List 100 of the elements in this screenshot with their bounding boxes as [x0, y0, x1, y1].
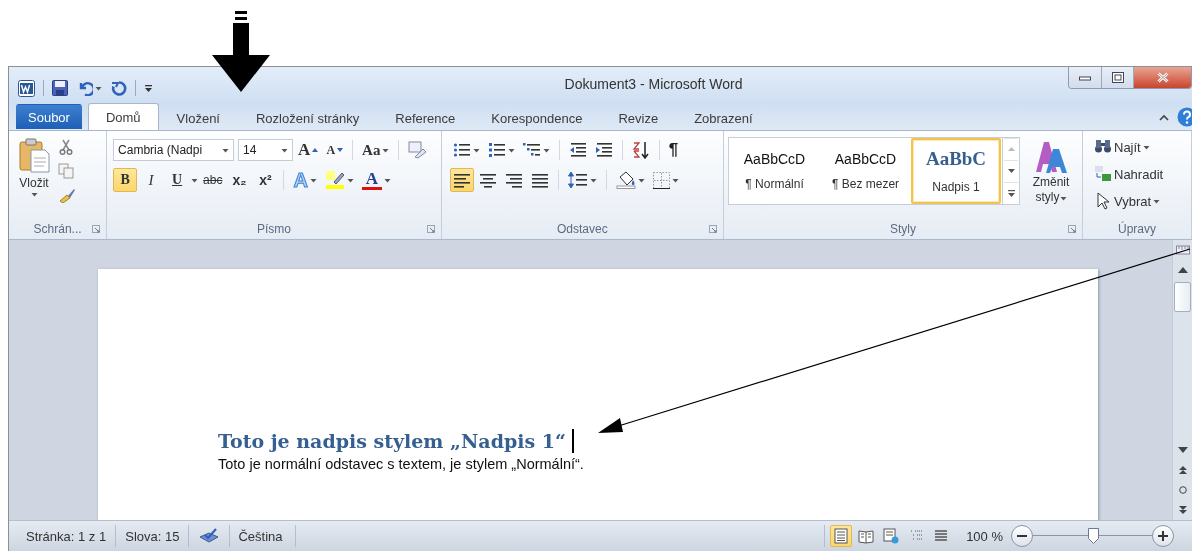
multilevel-list-icon — [522, 142, 541, 158]
sort-icon — [631, 141, 650, 159]
caret-icon — [95, 85, 102, 91]
caret-up-icon — [1177, 267, 1188, 273]
subscript-button[interactable]: x₂ — [227, 168, 252, 192]
close-button[interactable] — [1133, 67, 1191, 88]
font-name-field[interactable]: Cambria (Nadpi — [113, 139, 235, 161]
dialog-launcher-button[interactable] — [1066, 223, 1078, 235]
word-count[interactable]: Slova: 15 — [116, 525, 190, 547]
language-indicator[interactable]: Čeština — [230, 525, 296, 547]
dialog-launcher-button[interactable] — [424, 223, 437, 235]
numbered-list-icon — [487, 142, 506, 158]
editing-option[interactable]: Najít — [1091, 135, 1167, 159]
ribbon-tab[interactable]: Domů — [87, 103, 159, 130]
word-logo-button[interactable] — [17, 78, 36, 98]
align-right-icon — [504, 172, 523, 188]
zoom-in-button[interactable] — [1152, 525, 1174, 547]
print-layout-button[interactable] — [830, 525, 853, 547]
style-option[interactable]: AaBbCcD ¶ Bez mezer — [820, 138, 911, 204]
align-left-icon — [452, 172, 471, 188]
caret-icon — [671, 177, 679, 183]
underline-button[interactable]: U — [165, 168, 190, 192]
ribbon-tab[interactable]: Zobrazení — [676, 105, 771, 130]
show-marks-button[interactable]: ¶ — [665, 138, 682, 162]
caret-icon — [637, 177, 645, 183]
ribbon-tab[interactable]: Reference — [377, 105, 474, 130]
line-spacing-icon — [567, 171, 588, 189]
scrollbar-thumb[interactable] — [1174, 282, 1191, 312]
change-case-button[interactable]: Aa — [359, 138, 393, 162]
zoom-level[interactable]: 100 % — [966, 528, 1003, 544]
ribbon-tab[interactable]: Korespondence — [473, 105, 601, 130]
highlighter-icon — [324, 170, 345, 190]
borders-icon — [652, 171, 670, 189]
indent-icon — [594, 142, 613, 158]
eraser-icon — [408, 141, 427, 159]
more-icon — [1007, 189, 1015, 197]
font-size-field[interactable]: 14 — [238, 139, 294, 161]
close-icon — [1156, 72, 1169, 83]
caret-down-icon — [1007, 169, 1015, 173]
dialog-launcher-button[interactable] — [707, 223, 719, 235]
paragraph-text: Toto je normální odstavec s textem, je stylem „Normální“. — [218, 456, 585, 472]
caret-icon — [346, 177, 354, 183]
ruler-icon — [1175, 243, 1190, 257]
zoom-out-button[interactable] — [1011, 525, 1033, 547]
ribbon-tab[interactable]: Vložení — [158, 105, 238, 130]
launcher-icon — [1068, 225, 1076, 233]
launcher-icon — [92, 225, 101, 233]
help-button[interactable] — [1176, 107, 1192, 127]
caret-icon — [1142, 144, 1150, 150]
caret-icon — [1153, 198, 1161, 204]
caret-icon — [383, 177, 391, 183]
zoom-slider-thumb[interactable] — [1087, 528, 1099, 544]
heading-text: Toto je nadpis stylem „Nadpis 1“ — [218, 430, 566, 452]
minimize-icon — [1079, 74, 1091, 81]
style-option[interactable]: AaBbCcD ¶ Normální — [729, 138, 820, 204]
lines-icon — [933, 528, 950, 544]
undo-icon — [77, 80, 93, 96]
dialog-launcher-button[interactable] — [90, 223, 103, 235]
ribbon-tab[interactable]: Rozložení stránky — [238, 105, 378, 130]
align-left-button[interactable] — [449, 168, 474, 192]
caret-icon — [222, 147, 230, 153]
group-label: Styly — [890, 222, 916, 236]
help-icon — [1177, 107, 1192, 127]
change-styles-button[interactable]: Změnit styly — [1024, 137, 1078, 219]
style-option[interactable]: AaBbC Nadpis 1 — [911, 138, 1001, 204]
caret-icon — [281, 147, 289, 153]
editing-option[interactable]: Vybrat — [1091, 189, 1167, 213]
group-label: Úpravy — [1118, 222, 1156, 236]
group-label: Písmo — [256, 222, 291, 236]
maximize-button[interactable] — [1101, 67, 1133, 88]
caret-icon — [589, 177, 597, 183]
double-down-icon — [1178, 506, 1187, 514]
italic-button[interactable]: I — [139, 168, 164, 192]
caret-icon — [472, 147, 480, 153]
zoom-slider[interactable] — [1033, 525, 1152, 547]
bold-button[interactable]: B — [113, 168, 138, 192]
superscript-button[interactable]: x² — [253, 168, 278, 192]
font-color-button[interactable]: A — [358, 168, 394, 192]
ribbon-tab[interactable]: Revize — [600, 105, 677, 130]
shrink-font-button[interactable]: A — [323, 138, 347, 162]
copy-icon — [58, 163, 74, 179]
caret-up-icon — [312, 148, 319, 152]
paste-button[interactable]: Vložit — [13, 135, 55, 219]
grow-font-button[interactable]: A — [295, 138, 322, 162]
caret-icon — [507, 147, 515, 153]
strikethrough-button[interactable]: abc — [200, 168, 226, 192]
editing-option[interactable]: Nahradit — [1091, 162, 1167, 186]
group-label: Odstavec — [557, 222, 608, 236]
caret-icon — [1059, 196, 1067, 201]
page-count[interactable]: Stránka: 1 z 1 — [17, 525, 117, 547]
launcher-icon — [709, 225, 717, 233]
plus-icon — [1158, 531, 1168, 541]
caret-down-icon — [337, 148, 344, 152]
bullet-list-icon — [452, 142, 471, 158]
page-layout-icon — [833, 528, 850, 544]
ribbon-tab[interactable]: Soubor — [16, 104, 82, 129]
caret-up-icon — [1007, 147, 1015, 151]
clipboard-icon — [18, 138, 50, 174]
caret-icon — [542, 147, 550, 153]
justify-icon — [530, 172, 549, 188]
